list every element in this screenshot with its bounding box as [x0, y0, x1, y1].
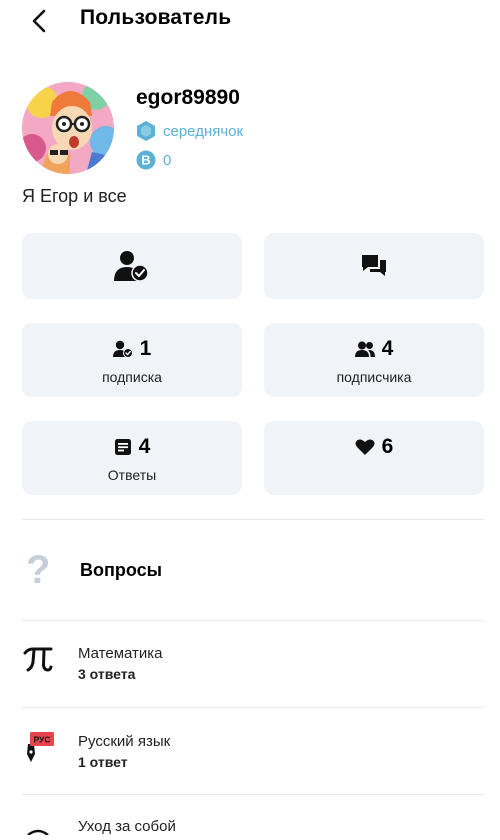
- answers-label: Ответы: [107, 467, 157, 483]
- avatar-illustration: [22, 82, 114, 174]
- thanks-card[interactable]: 6: [264, 421, 484, 495]
- heart-icon: [355, 439, 375, 455]
- answers-count: 4: [138, 435, 151, 458]
- pi-icon: [22, 646, 54, 679]
- page-title: Пользователь: [80, 6, 232, 29]
- bio-text: Я Егор и все: [22, 186, 127, 206]
- users-icon: [354, 341, 375, 357]
- top-bar: Пользователь: [0, 0, 500, 40]
- points-badge: B 0: [136, 149, 171, 171]
- document-lines-icon: [114, 439, 131, 455]
- user-check-icon: [114, 251, 149, 282]
- subscriptions-count: 1: [139, 337, 152, 360]
- divider: [22, 620, 484, 621]
- chevron-left-icon: [32, 9, 46, 33]
- chat-bubbles-icon: [362, 255, 386, 276]
- question-mark-icon: ?: [26, 548, 51, 592]
- rank-badge: середнячок: [136, 120, 243, 142]
- points-b-icon: B: [136, 150, 156, 170]
- subject-answer-count: 1 ответ: [78, 754, 128, 770]
- rank-label: середнячок: [163, 122, 244, 140]
- self-care-icon: [22, 822, 54, 840]
- subject-badge-text: РУС: [34, 735, 51, 745]
- hexagon-rank-icon: [137, 121, 155, 141]
- subscriptions-card[interactable]: 1 подписка: [22, 323, 242, 397]
- message-button[interactable]: [264, 233, 484, 299]
- questions-title[interactable]: Вопросы: [80, 560, 162, 581]
- divider: [22, 794, 484, 795]
- subscribers-card[interactable]: 4 подписчика: [264, 323, 484, 397]
- svg-text:B: B: [141, 153, 150, 168]
- divider: [22, 707, 484, 708]
- user-check-small-icon: [112, 340, 133, 358]
- subscriptions-label: подписка: [102, 369, 162, 385]
- subject-name[interactable]: Математика: [78, 645, 163, 662]
- subject-name[interactable]: Уход за собой: [78, 818, 176, 835]
- subscribers-count: 4: [381, 337, 394, 360]
- answers-card[interactable]: 4 Ответы: [22, 421, 242, 495]
- avatar[interactable]: [22, 82, 114, 174]
- subject-name[interactable]: Русский язык: [78, 733, 170, 750]
- subject-answer-count: 3 ответа: [78, 666, 136, 682]
- points-value: 0: [163, 151, 172, 169]
- divider: [22, 519, 484, 520]
- pen-nib-icon: РУС: [22, 730, 56, 769]
- back-button[interactable]: [28, 8, 52, 34]
- thanks-count: 6: [381, 435, 394, 458]
- username: egor89890: [136, 86, 240, 109]
- subscribers-label: подписчика: [336, 369, 412, 385]
- follow-button[interactable]: [22, 233, 242, 299]
